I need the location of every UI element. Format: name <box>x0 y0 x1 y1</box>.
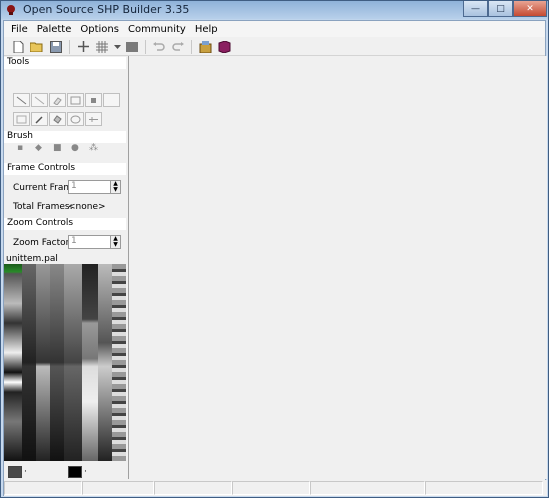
save-icon[interactable] <box>48 39 64 55</box>
minimize-icon: — <box>471 3 480 14</box>
menu-bar: File Palette Options Community Help <box>4 21 545 37</box>
maximize-button[interactable]: □ <box>488 1 513 17</box>
primary-color-index: · <box>24 467 27 477</box>
close-icon: ✕ <box>526 3 534 14</box>
zoom-factor-spinner[interactable]: 1 ▲ ▼ <box>68 235 121 249</box>
add-icon[interactable] <box>75 39 91 55</box>
window-title: Open Source SHP Builder 3.35 <box>23 3 190 16</box>
line-tool-icon[interactable] <box>31 93 48 107</box>
brush-size-4-icon[interactable]: ● <box>71 143 79 153</box>
brush-size-1-icon[interactable]: ▪ <box>17 143 23 153</box>
tools-header: Tools <box>4 57 126 69</box>
blank-tool-icon[interactable] <box>103 93 120 107</box>
dropper-tool-icon[interactable] <box>31 112 48 126</box>
toolbar <box>4 38 545 56</box>
palette-name: unittem.pal <box>6 254 58 264</box>
toolbar-separator <box>69 39 70 54</box>
new-icon[interactable] <box>10 39 26 55</box>
filled-rectangle-tool-icon[interactable] <box>85 93 102 107</box>
display-icon[interactable] <box>124 39 140 55</box>
select-tool-icon[interactable] <box>13 112 30 126</box>
crosshair-tool-icon[interactable] <box>85 112 102 126</box>
zoom-controls-header: Zoom Controls <box>4 218 126 230</box>
client-area: File Palette Options Community Help Tool… <box>3 20 547 496</box>
fill-tool-icon[interactable] <box>49 112 66 126</box>
secondary-color-index: · <box>84 467 87 477</box>
menu-community[interactable]: Community <box>125 24 192 35</box>
app-logo-icon <box>7 5 15 15</box>
zoom-factor-label: Zoom Factor <box>13 238 70 248</box>
maximize-icon: □ <box>496 3 505 14</box>
dropdown-icon[interactable] <box>113 39 121 55</box>
spinner-arrows-icon[interactable]: ▲ ▼ <box>110 181 120 193</box>
brush-size-3-icon[interactable]: ■ <box>53 143 62 153</box>
eraser-tool-icon[interactable] <box>49 93 66 107</box>
canvas-area[interactable] <box>128 56 547 479</box>
status-panel <box>425 481 543 495</box>
status-panel <box>4 481 82 495</box>
status-panel <box>154 481 232 495</box>
open-icon[interactable] <box>29 39 45 55</box>
menu-help[interactable]: Help <box>192 24 224 35</box>
package-icon[interactable] <box>197 39 213 55</box>
menu-file[interactable]: File <box>8 24 34 35</box>
pencil-tool-icon[interactable] <box>13 93 30 107</box>
status-panel <box>310 481 425 495</box>
menu-options[interactable]: Options <box>77 24 125 35</box>
brush-spray-icon[interactable]: ⁂ <box>89 143 98 153</box>
book-icon[interactable] <box>216 39 232 55</box>
current-frame-value: 1 <box>71 181 77 191</box>
ellipse-tool-icon[interactable] <box>67 112 84 126</box>
status-bar <box>4 480 547 496</box>
app-window: Open Source SHP Builder 3.35 — □ ✕ File … <box>0 0 549 498</box>
undo-icon[interactable] <box>151 39 167 55</box>
spinner-arrows-icon[interactable]: ▲ ▼ <box>110 236 120 248</box>
status-panel <box>232 481 310 495</box>
left-panel: Tools Brush ▪ ◆ ■ ● ⁂ Frame Controls Cur… <box>4 56 126 479</box>
toolbar-separator <box>191 39 192 54</box>
total-frames-label: Total Frames: <box>13 202 73 212</box>
total-frames-value: <none> <box>68 202 106 212</box>
close-button[interactable]: ✕ <box>513 1 547 17</box>
grid-icon[interactable] <box>94 39 110 55</box>
toolbar-separator <box>145 39 146 54</box>
frame-controls-header: Frame Controls <box>4 163 126 175</box>
current-frame-spinner[interactable]: 1 ▲ ▼ <box>68 180 121 194</box>
secondary-color-swatch[interactable] <box>68 466 82 478</box>
primary-color-swatch[interactable] <box>8 466 22 478</box>
zoom-factor-value: 1 <box>71 236 77 246</box>
status-panel <box>82 481 154 495</box>
redo-icon[interactable] <box>170 39 186 55</box>
minimize-button[interactable]: — <box>463 1 488 17</box>
title-bar[interactable]: Open Source SHP Builder 3.35 — □ ✕ <box>1 1 548 19</box>
brush-size-2-icon[interactable]: ◆ <box>35 143 42 153</box>
brush-header: Brush <box>4 131 126 143</box>
menu-palette[interactable]: Palette <box>34 24 78 35</box>
rectangle-tool-icon[interactable] <box>67 93 84 107</box>
palette-grid[interactable] <box>4 264 126 461</box>
